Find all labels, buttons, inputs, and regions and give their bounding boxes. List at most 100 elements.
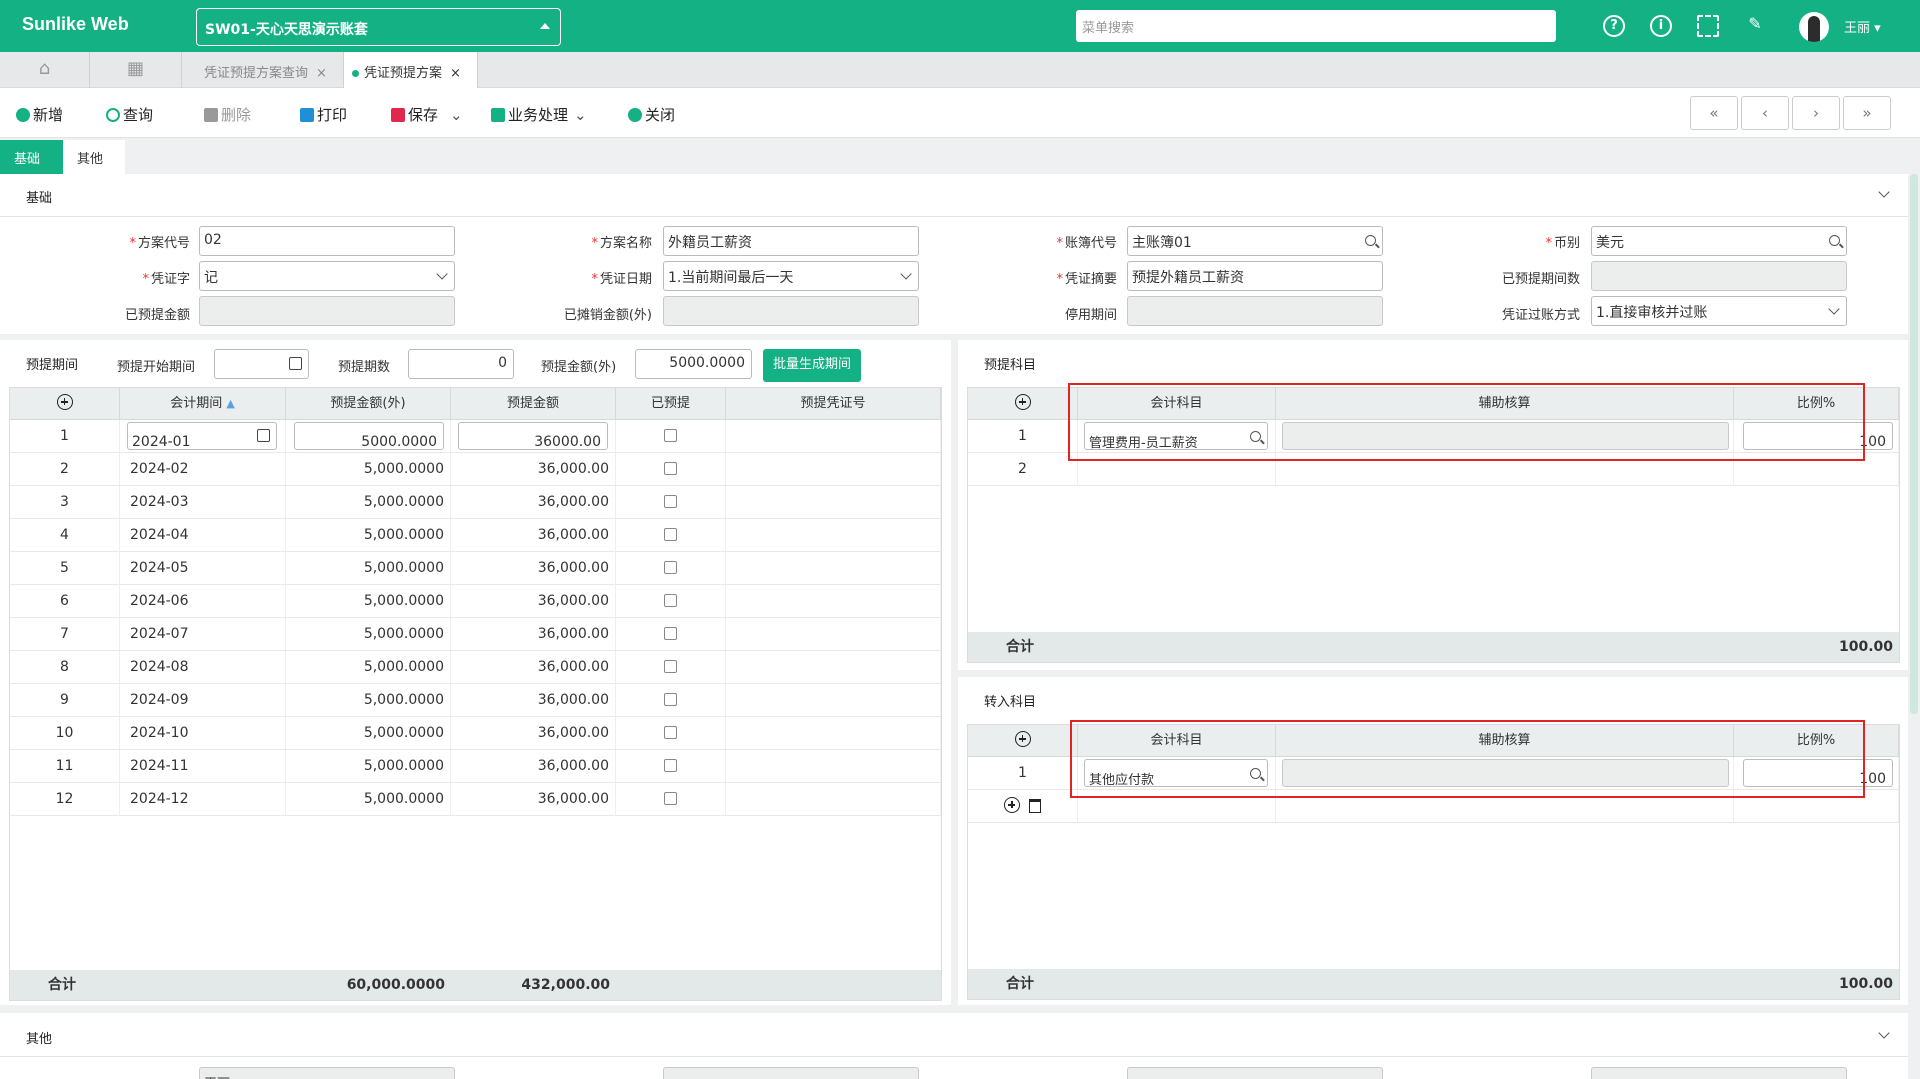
- sort-icon[interactable]: ▲: [226, 397, 234, 410]
- voucher-summary-input[interactable]: 预提外籍员工薪资: [1127, 261, 1383, 291]
- book-code-input[interactable]: 主账簿01: [1127, 226, 1383, 256]
- tab-basic[interactable]: 基础: [0, 140, 63, 174]
- voucher-no-cell[interactable]: [726, 783, 941, 816]
- close-icon[interactable]: ×: [450, 66, 461, 81]
- trash-icon[interactable]: [1028, 799, 1041, 813]
- amount-fc-cell[interactable]: 5,000.0000: [286, 618, 451, 651]
- amount-fc-cell[interactable]: 5,000.0000: [286, 783, 451, 816]
- amount-fc-cell[interactable]: 5,000.0000: [286, 486, 451, 519]
- period-cell[interactable]: 2024-06: [120, 585, 286, 618]
- amount-cell[interactable]: 36,000.00: [451, 486, 616, 519]
- voucher-no-cell[interactable]: [726, 552, 941, 585]
- voucher-no-cell[interactable]: [726, 486, 941, 519]
- avatar[interactable]: [1799, 12, 1829, 42]
- amount-cell[interactable]: 36,000.00: [451, 519, 616, 552]
- period-count-input[interactable]: 0: [408, 349, 514, 379]
- period-cell[interactable]: 2024-02: [120, 453, 286, 486]
- add-row-button[interactable]: [10, 388, 120, 420]
- voucher-no-cell[interactable]: [726, 717, 941, 750]
- period-cell[interactable]: 2024-09: [120, 684, 286, 717]
- amount-cell[interactable]: 36,000.00: [451, 750, 616, 783]
- next-record-button[interactable]: ›: [1792, 96, 1840, 130]
- amount-cell-input[interactable]: 36000.00: [458, 422, 608, 450]
- amount-fc-cell[interactable]: 5,000.0000: [286, 717, 451, 750]
- period-cell[interactable]: 2024-05: [120, 552, 286, 585]
- chevron-down-icon[interactable]: ⌄: [450, 106, 463, 124]
- start-period-input[interactable]: [214, 349, 309, 379]
- user-menu[interactable]: 王丽 ▾: [1844, 17, 1881, 36]
- amount-cell[interactable]: 36,000.00: [451, 684, 616, 717]
- grid-icon[interactable]: ▦: [90, 52, 182, 88]
- provisioned-checkbox[interactable]: [664, 429, 677, 442]
- amount-cell[interactable]: 36,000.00: [451, 453, 616, 486]
- tab-voucher-accrual-query[interactable]: 凭证预提方案查询 ×: [196, 52, 344, 88]
- provisioned-checkbox[interactable]: [664, 462, 677, 475]
- delete-button[interactable]: 删除: [204, 104, 251, 125]
- brush-icon[interactable]: ✎: [1744, 15, 1766, 37]
- amount-fc-cell[interactable]: 5,000.0000: [286, 651, 451, 684]
- voucher-no-cell[interactable]: [726, 651, 941, 684]
- row-number[interactable]: 3: [10, 486, 120, 519]
- search-icon[interactable]: [1365, 235, 1376, 246]
- add-circle-icon[interactable]: [1004, 797, 1021, 813]
- period-cell[interactable]: 2024-12: [120, 783, 286, 816]
- row-number[interactable]: 2: [10, 453, 120, 486]
- plan-name-input[interactable]: 外籍员工薪资: [663, 226, 919, 256]
- info-icon[interactable]: i: [1650, 15, 1672, 37]
- amount-fc-cell[interactable]: 5,000.0000: [286, 585, 451, 618]
- add-row-button[interactable]: [968, 388, 1078, 420]
- batch-generate-button[interactable]: 批量生成期间: [763, 349, 861, 382]
- provisioned-checkbox[interactable]: [664, 495, 677, 508]
- calendar-icon[interactable]: [257, 429, 270, 442]
- period-cell[interactable]: 2024-04: [120, 519, 286, 552]
- row-number[interactable]: 12: [10, 783, 120, 816]
- voucher-no-cell[interactable]: [726, 453, 941, 486]
- row-number[interactable]: 7: [10, 618, 120, 651]
- collapse-chevron-icon[interactable]: [1878, 186, 1890, 198]
- last-record-button[interactable]: »: [1843, 96, 1891, 130]
- voucher-no-cell[interactable]: [726, 618, 941, 651]
- amount-fc-input[interactable]: 5000.0000: [635, 349, 752, 379]
- amount-cell[interactable]: 36,000.00: [451, 717, 616, 750]
- new-button[interactable]: 新增: [16, 104, 63, 125]
- posting-method-select[interactable]: 1.直接审核并过账: [1591, 296, 1847, 326]
- fullscreen-icon[interactable]: [1697, 15, 1719, 37]
- amount-fc-cell[interactable]: 5,000.0000: [286, 519, 451, 552]
- amount-cell[interactable]: 36,000.00: [451, 552, 616, 585]
- calendar-icon[interactable]: [289, 357, 302, 370]
- close-button[interactable]: 关闭: [628, 104, 675, 125]
- print-button[interactable]: 打印: [300, 104, 347, 125]
- voucher-no-cell[interactable]: [726, 750, 941, 783]
- period-cell[interactable]: 2024-11: [120, 750, 286, 783]
- row-number[interactable]: 4: [10, 519, 120, 552]
- page-scrollbar[interactable]: [1910, 174, 1918, 714]
- query-button[interactable]: 查询: [106, 104, 153, 125]
- provisioned-checkbox[interactable]: [664, 594, 677, 607]
- first-record-button[interactable]: «: [1690, 96, 1738, 130]
- tab-voucher-accrual-plan[interactable]: 凭证预提方案 ×: [344, 52, 478, 88]
- prev-record-button[interactable]: ‹: [1741, 96, 1789, 130]
- amount-fc-cell[interactable]: 5,000.0000: [286, 750, 451, 783]
- row-number[interactable]: 9: [10, 684, 120, 717]
- voucher-no-cell[interactable]: [726, 684, 941, 717]
- voucher-word-select[interactable]: 记: [199, 261, 455, 291]
- app-logo[interactable]: Sunlike Web: [22, 14, 129, 35]
- row-number[interactable]: 10: [10, 717, 120, 750]
- provisioned-checkbox[interactable]: [664, 528, 677, 541]
- provisioned-checkbox[interactable]: [664, 726, 677, 739]
- save-button[interactable]: 保存 ⌄: [391, 104, 463, 125]
- add-row-button[interactable]: [968, 725, 1078, 757]
- voucher-no-cell[interactable]: [726, 519, 941, 552]
- row-number[interactable]: 6: [10, 585, 120, 618]
- currency-input[interactable]: 美元: [1591, 226, 1847, 256]
- provisioned-checkbox[interactable]: [664, 561, 677, 574]
- home-icon[interactable]: ⌂: [0, 52, 90, 88]
- period-cell[interactable]: 2024-03: [120, 486, 286, 519]
- collapse-chevron-icon[interactable]: [1878, 1027, 1890, 1039]
- plan-code-input[interactable]: 02: [199, 226, 455, 256]
- amount-cell[interactable]: 36,000.00: [451, 585, 616, 618]
- row-number[interactable]: 8: [10, 651, 120, 684]
- provisioned-checkbox[interactable]: [664, 693, 677, 706]
- close-icon[interactable]: ×: [316, 66, 327, 81]
- period-cell[interactable]: 2024-08: [120, 651, 286, 684]
